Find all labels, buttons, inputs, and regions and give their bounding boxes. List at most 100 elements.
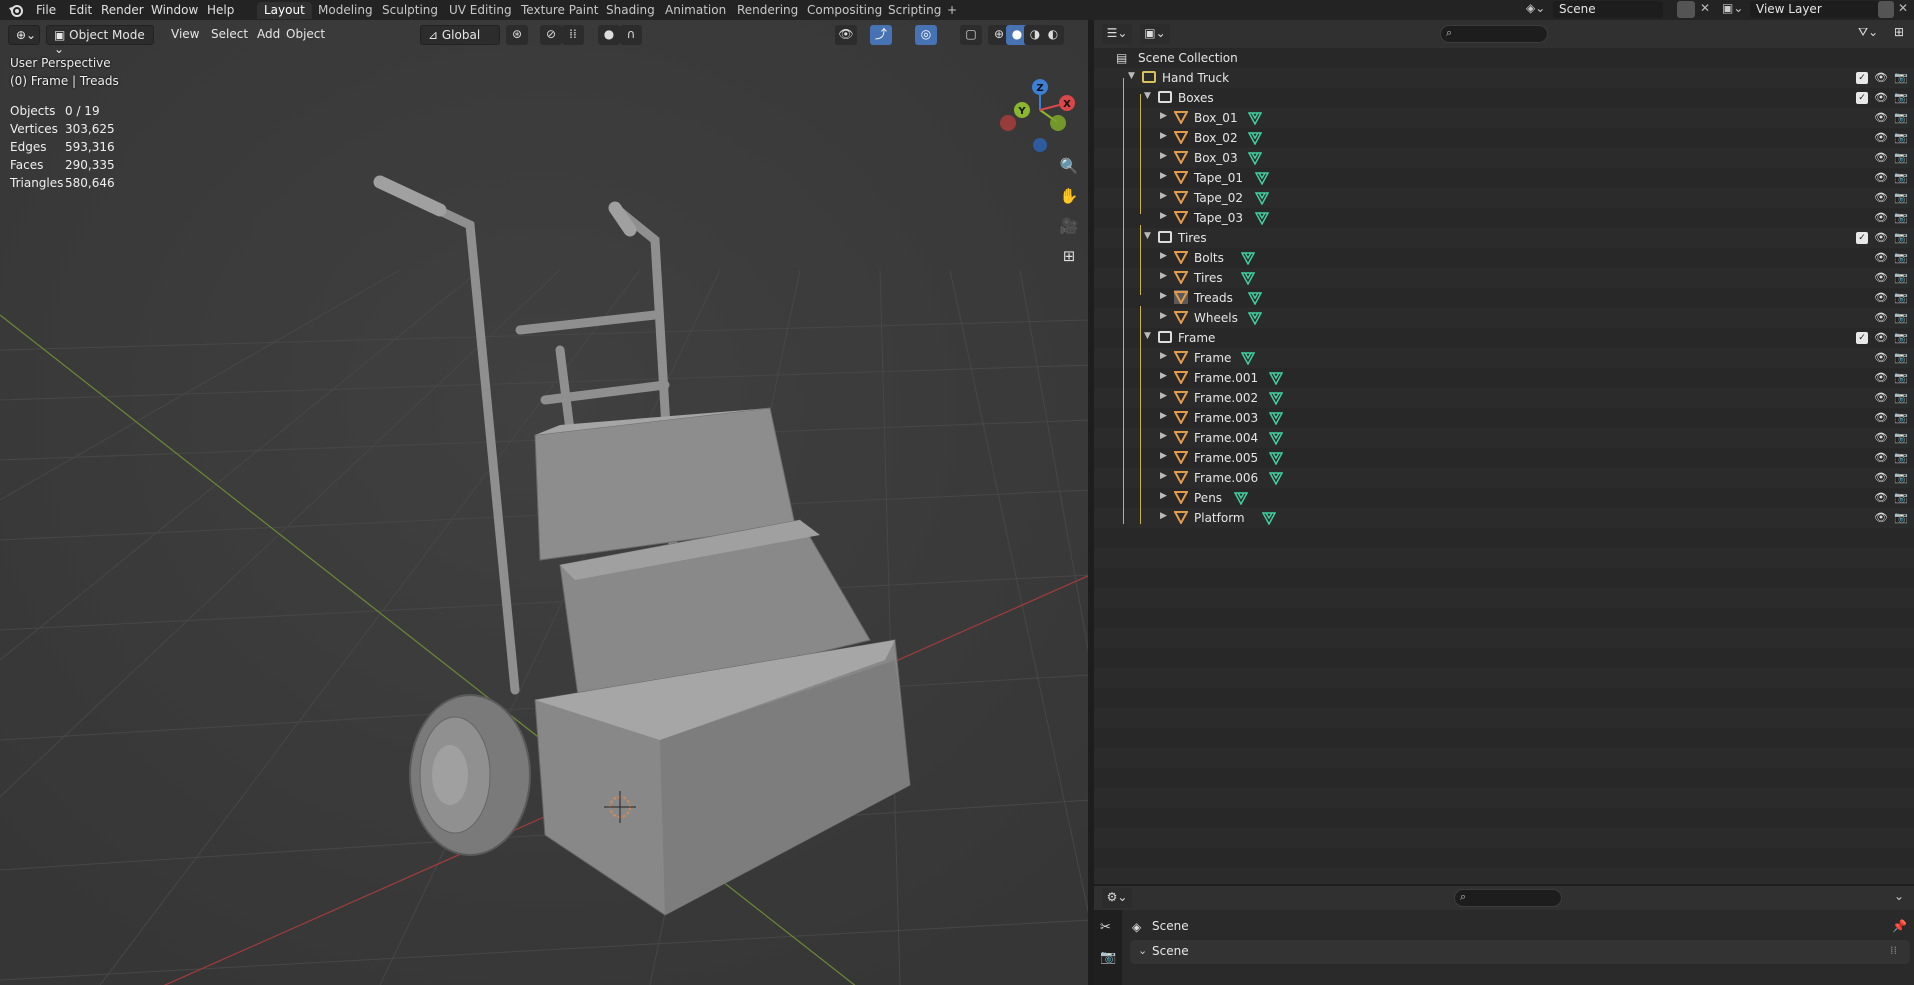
mesh-data-icon[interactable]	[1269, 391, 1283, 405]
eye-icon[interactable]: 👁	[1874, 91, 1888, 104]
eye-icon[interactable]: 👁	[1874, 71, 1888, 84]
camera-render-icon[interactable]: 📷	[1894, 431, 1908, 444]
render-tab-icon[interactable]: 📷	[1100, 950, 1116, 965]
snap-target-icon[interactable]: ⁞⁞	[562, 25, 584, 45]
drag-handle-icon[interactable]: ⁞⁞	[1890, 944, 1897, 957]
exclude-checkbox[interactable]: ✓	[1856, 92, 1868, 104]
mesh-data-icon[interactable]	[1248, 151, 1262, 165]
xray-toggle-icon[interactable]: ▢	[960, 25, 982, 45]
mesh-data-icon[interactable]	[1255, 191, 1269, 205]
zoom-icon[interactable]: 🔍	[1055, 152, 1083, 180]
eye-icon[interactable]: 👁	[1874, 151, 1888, 164]
tab-uv-editing[interactable]: UV Editing	[442, 2, 519, 19]
eye-icon[interactable]: 👁	[1874, 411, 1888, 424]
eye-icon[interactable]: 👁	[1874, 251, 1888, 264]
proportional-edit-icon[interactable]: ●	[598, 25, 620, 45]
outliner-object-row[interactable]: ▶ Frame.006 👁 📷	[1094, 468, 1914, 488]
expand-down-icon[interactable]: ▼	[1144, 331, 1151, 341]
mesh-data-icon[interactable]	[1248, 111, 1262, 125]
display-mode-icon[interactable]: ▣⌄	[1140, 24, 1170, 44]
expand-right-icon[interactable]: ▶	[1160, 251, 1167, 261]
visibility-icon[interactable]: 👁	[835, 25, 857, 45]
outliner-collection-row[interactable]: ▼ Frame ✓ 👁 📷	[1094, 328, 1914, 348]
mesh-data-icon[interactable]	[1269, 431, 1283, 445]
gizmo-neg-x-axis[interactable]	[1000, 115, 1016, 131]
mesh-data-icon[interactable]	[1248, 131, 1262, 145]
mesh-data-icon[interactable]	[1269, 371, 1283, 385]
mesh-data-icon[interactable]	[1234, 491, 1248, 505]
scene-panel-header[interactable]: ⌄ Scene ⁞⁞	[1130, 940, 1910, 964]
blender-logo-icon[interactable]	[8, 2, 24, 18]
outliner-object-row[interactable]: ▶ Tape_02 👁 📷	[1094, 188, 1914, 208]
mesh-data-icon[interactable]	[1269, 411, 1283, 425]
expand-down-icon[interactable]: ▼	[1144, 231, 1151, 241]
expand-down-icon[interactable]: ▼	[1144, 91, 1151, 101]
perspective-toggle-icon[interactable]: ⊞	[1055, 242, 1083, 270]
overlay-toggle-icon[interactable]: ◎	[915, 25, 937, 45]
camera-render-icon[interactable]: 📷	[1894, 171, 1908, 184]
close-icon[interactable]: ✕	[1898, 1, 1908, 15]
snap-icon[interactable]: ⊘	[540, 25, 562, 45]
exclude-checkbox[interactable]: ✓	[1856, 332, 1868, 344]
camera-render-icon[interactable]: 📷	[1894, 291, 1908, 304]
outliner-collection-row[interactable]: ▼ Tires ✓ 👁 📷	[1094, 228, 1914, 248]
camera-render-icon[interactable]: 📷	[1894, 451, 1908, 464]
mode-dropdown[interactable]: ▣ Object Mode ⌄	[46, 25, 154, 56]
menu-window[interactable]: Window	[151, 3, 198, 17]
new-scene-button[interactable]	[1677, 1, 1695, 18]
tab-rendering[interactable]: Rendering	[730, 2, 805, 19]
expand-right-icon[interactable]: ▶	[1160, 351, 1167, 361]
eye-icon[interactable]: 👁	[1874, 351, 1888, 364]
outliner-object-row[interactable]: ▶ Box_03 👁 📷	[1094, 148, 1914, 168]
menu-render[interactable]: Render	[101, 3, 144, 17]
camera-view-icon[interactable]: 🎥	[1055, 212, 1083, 240]
eye-icon[interactable]: 👁	[1874, 371, 1888, 384]
editor-type-icon[interactable]: ☰⌄	[1102, 24, 1132, 44]
navigation-gizmo[interactable]: Z Y X	[995, 55, 1085, 155]
expand-right-icon[interactable]: ▶	[1160, 111, 1167, 121]
scene-selector-icon[interactable]: ◈⌄	[1526, 1, 1545, 15]
tab-shading[interactable]: Shading	[599, 2, 662, 19]
outliner-collection-row[interactable]: ▼ Hand Truck ✓ 👁 📷	[1094, 68, 1914, 88]
camera-render-icon[interactable]: 📷	[1894, 511, 1908, 524]
eye-icon[interactable]: 👁	[1874, 491, 1888, 504]
eye-icon[interactable]: 👁	[1874, 211, 1888, 224]
close-icon[interactable]: ✕	[1700, 1, 1710, 15]
camera-render-icon[interactable]: 📷	[1894, 491, 1908, 504]
falloff-icon[interactable]: ∩	[620, 25, 642, 45]
camera-render-icon[interactable]: 📷	[1894, 151, 1908, 164]
eye-icon[interactable]: 👁	[1874, 271, 1888, 284]
mesh-data-icon[interactable]	[1241, 271, 1255, 285]
tab-scripting[interactable]: Scripting	[881, 2, 948, 19]
camera-render-icon[interactable]: 📷	[1894, 191, 1908, 204]
expand-right-icon[interactable]: ▶	[1160, 511, 1167, 521]
editor-type-icon[interactable]: ⚙⌄	[1102, 888, 1132, 908]
outliner-object-row[interactable]: ▶ Frame.002 👁 📷	[1094, 388, 1914, 408]
viewport-scene[interactable]	[0, 20, 1090, 985]
gizmo-neg-z-axis[interactable]	[1033, 138, 1047, 152]
exclude-checkbox[interactable]: ✓	[1856, 72, 1868, 84]
exclude-checkbox[interactable]: ✓	[1856, 232, 1868, 244]
chevron-down-icon[interactable]: ⌄	[1894, 889, 1904, 903]
editor-type-icon[interactable]: ⊕⌄	[8, 25, 40, 45]
properties-search-input[interactable]: ⌕	[1454, 889, 1562, 907]
expand-right-icon[interactable]: ▶	[1160, 451, 1167, 461]
expand-right-icon[interactable]: ▶	[1160, 471, 1167, 481]
camera-render-icon[interactable]: 📷	[1894, 471, 1908, 484]
mesh-data-icon[interactable]	[1241, 251, 1255, 265]
3d-viewport[interactable]: ⊕⌄ ▣ Object Mode ⌄ View Select Add Objec…	[0, 20, 1090, 985]
outliner-object-row[interactable]: ▶ Frame.005 👁 📷	[1094, 448, 1914, 468]
eye-icon[interactable]: 👁	[1874, 511, 1888, 524]
outliner-object-row[interactable]: ▶ Wheels 👁 📷	[1094, 308, 1914, 328]
tab-sculpting[interactable]: Sculpting	[375, 2, 445, 19]
expand-right-icon[interactable]: ▶	[1160, 211, 1167, 221]
camera-render-icon[interactable]: 📷	[1894, 251, 1908, 264]
outliner-object-row[interactable]: ▶ Box_02 👁 📷	[1094, 128, 1914, 148]
outliner-object-row[interactable]: ▶ Frame.004 👁 📷	[1094, 428, 1914, 448]
new-view-layer-button[interactable]	[1878, 1, 1894, 18]
outliner-object-row[interactable]: ▶ Tires 👁 📷	[1094, 268, 1914, 288]
mesh-data-icon[interactable]	[1241, 351, 1255, 365]
camera-render-icon[interactable]: 📷	[1894, 331, 1908, 344]
add-workspace-button[interactable]: +	[940, 2, 964, 19]
expand-right-icon[interactable]: ▶	[1160, 171, 1167, 181]
